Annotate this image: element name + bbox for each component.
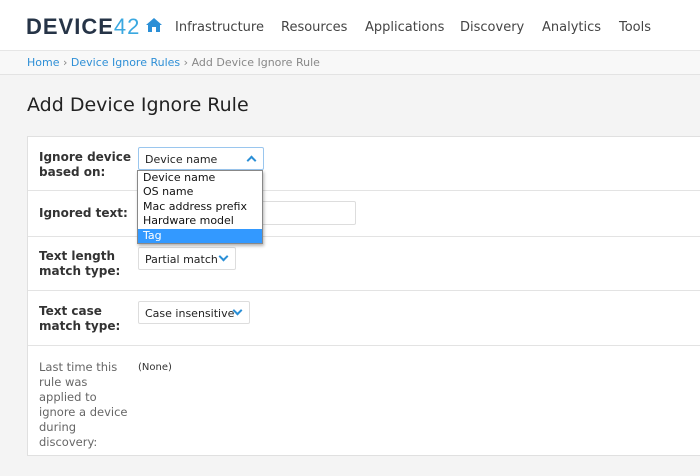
field-label: Ignore device based on: [39,150,131,179]
rule-form: Ignore device based on: Device name Igno… [27,136,700,456]
field-label: Ignored text: [39,206,128,220]
field-label: Text length match type: [39,249,121,278]
chevron-down-icon [218,251,229,262]
nav-analytics[interactable]: Analytics [542,20,601,35]
breadcrumb-current: Add Device Ignore Rule [191,56,320,69]
option-os-name[interactable]: OS name [138,185,262,199]
ignore-based-on-select[interactable]: Device name [138,147,264,170]
nav-infrastructure[interactable]: Infrastructure [175,20,264,35]
row-length-match: Text length match type: Partial match [28,237,700,291]
field-label: Last time this rule was applied to ignor… [39,360,128,449]
nav-discovery[interactable]: Discovery [460,20,524,35]
field-label: Text case match type: [39,304,121,333]
last-applied-value: (None) [138,362,172,373]
ignore-based-on-dropdown: Device name OS name Mac address prefix H… [137,170,263,244]
breadcrumb-device-ignore-rules[interactable]: Device Ignore Rules [71,56,180,69]
page-title: Add Device Ignore Rule [27,94,249,116]
logo[interactable]: DEVICE42 [26,14,140,40]
breadcrumb-home[interactable]: Home [27,56,59,69]
breadcrumb: Home › Device Ignore Rules › Add Device … [0,51,700,75]
row-last-applied: Last time this rule was applied to ignor… [28,346,700,457]
option-mac-address-prefix[interactable]: Mac address prefix [138,200,262,214]
case-match-select[interactable]: Case insensitive [138,301,250,324]
option-hardware-model[interactable]: Hardware model [138,214,262,228]
nav-applications[interactable]: Applications [365,20,444,35]
nav-resources[interactable]: Resources [281,20,347,35]
row-case-match: Text case match type: Case insensitive [28,291,700,346]
row-ignored-text: Ignored text: [28,191,700,237]
option-device-name[interactable]: Device name [138,171,262,185]
chevron-up-icon [246,155,257,166]
row-ignore-based-on: Ignore device based on: Device name [28,137,700,191]
nav-tools[interactable]: Tools [619,20,651,35]
breadcrumb-separator: › [62,56,68,69]
top-header: DEVICE42 Infrastructure Resources Applic… [0,0,700,51]
length-match-select[interactable]: Partial match [138,247,236,270]
home-icon[interactable] [146,18,162,32]
option-tag[interactable]: Tag [138,228,262,243]
breadcrumb-separator: › [183,56,189,69]
